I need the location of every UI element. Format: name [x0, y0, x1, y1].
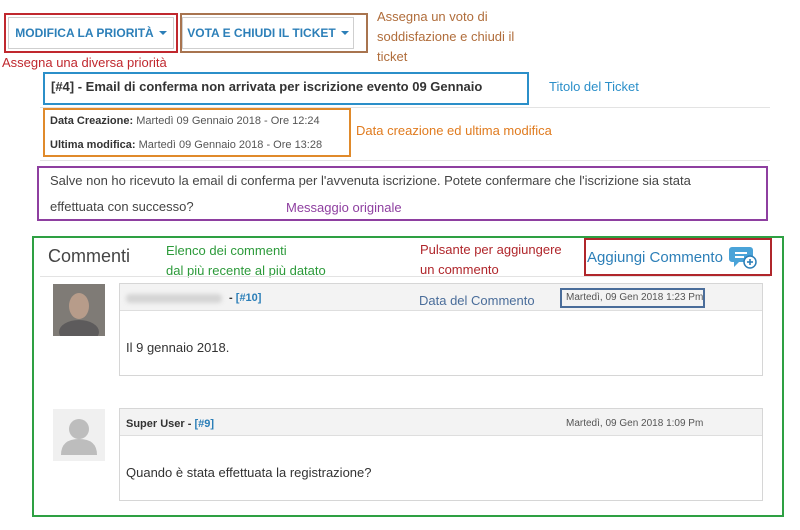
divider [40, 160, 770, 161]
comment-list-annotation-line: dal più recente al più datato [166, 263, 326, 278]
caret-down-icon [340, 31, 349, 35]
ticket-title: [#4] - Email di conferma non arrivata pe… [51, 79, 483, 94]
comment-text: Quando è stata effettuata la registrazio… [126, 465, 372, 480]
creation-date: Data Creazione: Martedì 09 Gennaio 2018 … [50, 115, 320, 127]
last-modified-value: Martedì 09 Gennaio 2018 - Ore 13:28 [138, 139, 323, 151]
last-modified-date: Ultima modifica: Martedì 09 Gennaio 2018… [50, 139, 322, 151]
add-comment-label: Aggiungi Commento [587, 248, 723, 266]
original-message-line: effettuata con successo? [50, 199, 194, 214]
comment-separator: - [226, 292, 236, 304]
chat-bubble-plus-icon [728, 244, 757, 270]
comments-heading: Commenti [48, 246, 131, 266]
last-modified-label: Ultima modifica: [50, 139, 136, 151]
original-message-line: Salve non ho ricevuto la email di confer… [50, 173, 691, 188]
comment-author: - [#10] [126, 292, 261, 304]
original-message: Salve non ho ricevuto la email di confer… [50, 168, 762, 220]
blurred-author-name [126, 293, 222, 303]
comment-date-annotation: Data del Commento [419, 293, 535, 308]
comment-list-annotation: Elenco dei commenti dal più recente al p… [166, 241, 326, 281]
add-button-annotation-line: Pulsante per aggiungere [420, 242, 562, 257]
comment-date: Martedì, 09 Gen 2018 1:23 Pm [566, 292, 704, 303]
comment-id-link[interactable]: [#9] [194, 418, 214, 430]
caret-down-icon [158, 31, 167, 35]
comment-card: Super User - [#9] Martedì, 09 Gen 2018 1… [119, 408, 763, 501]
change-priority-button[interactable]: MODIFICA LA PRIORITÀ [8, 17, 174, 49]
add-comment-button[interactable]: Aggiungi Commento [587, 244, 757, 270]
comment-header: Super User - [#9] Martedì, 09 Gen 2018 1… [120, 409, 762, 436]
avatar [53, 284, 105, 344]
comment-author-name: Super User [126, 418, 185, 430]
creation-date-label: Data Creazione: [50, 115, 134, 127]
divider [40, 276, 770, 277]
message-annotation: Messaggio originale [286, 200, 402, 215]
vote-annotation-line: soddisfazione e chiudi il [377, 29, 515, 44]
vote-annotation-line: ticket [377, 49, 408, 64]
divider [40, 107, 770, 108]
title-annotation: Titolo del Ticket [549, 79, 639, 94]
avatar [53, 409, 105, 461]
comment-list-annotation-line: Elenco dei commenti [166, 243, 287, 258]
creation-date-value: Martedì 09 Gennaio 2018 - Ore 12:24 [136, 115, 320, 127]
priority-annotation: Assegna una diversa priorità [2, 55, 167, 70]
dates-annotation: Data creazione ed ultima modifica [356, 123, 552, 138]
comment-id-link[interactable]: [#10] [236, 292, 262, 304]
vote-close-ticket-label: VOTA E CHIUDI IL TICKET [187, 26, 336, 40]
add-button-annotation-line: un commento [420, 262, 499, 277]
comment-text: Il 9 gennaio 2018. [126, 340, 230, 355]
vote-close-ticket-button[interactable]: VOTA E CHIUDI IL TICKET [182, 17, 354, 49]
vote-annotation: Assegna un voto di soddisfazione e chiud… [377, 7, 514, 67]
add-button-annotation: Pulsante per aggiungere un commento [420, 240, 562, 280]
comment-author: Super User - [#9] [126, 418, 214, 430]
comment-date: Martedì, 09 Gen 2018 1:09 Pm [566, 418, 704, 429]
vote-annotation-line: Assegna un voto di [377, 9, 488, 24]
change-priority-label: MODIFICA LA PRIORITÀ [15, 26, 154, 40]
